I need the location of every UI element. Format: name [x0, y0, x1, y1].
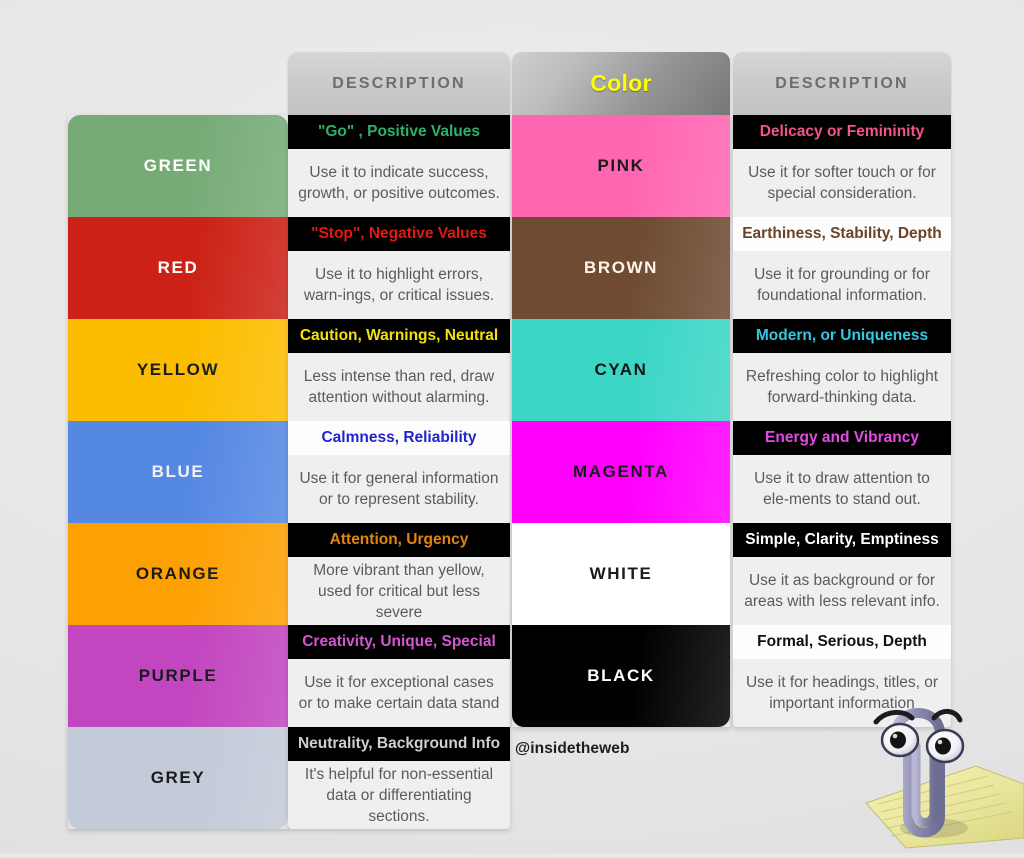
- color-swatch-label: BROWN: [583, 258, 659, 277]
- description-cell-orange: Attention, Urgency More vibrant than yell…: [288, 523, 510, 625]
- color-usage-infographic: GREEN RED YELLOW BLUE ORANGE PURPLE GREY DESCR…: [0, 0, 1024, 853]
- color-swatch-label: WHITE: [589, 564, 653, 583]
- description-body: Use it as background or for areas with l…: [733, 557, 951, 625]
- description-title: Simple, Clarity, Emptiness: [733, 523, 951, 557]
- description-title: "Go" , Positive Values: [288, 115, 510, 149]
- color-swatch-label: RED: [157, 258, 199, 277]
- color-swatch-label: BLUE: [151, 462, 205, 481]
- color-swatch-grey: GREY: [68, 727, 288, 829]
- color-swatch-yellow: YELLOW: [68, 319, 288, 421]
- description-title: Neutrality, Background Info: [288, 727, 510, 761]
- color-swatch-magenta: MAGENTA: [512, 421, 730, 523]
- description-title: Caution, Warnings, Neutral: [288, 319, 510, 353]
- left-description-cells: "Go" , Positive Values Use it to indicate…: [288, 115, 510, 829]
- color-swatch-label: CYAN: [594, 360, 648, 379]
- right-description-header: DESCRIPTION: [733, 52, 951, 115]
- description-title: Formal, Serious, Depth: [733, 625, 951, 659]
- description-title: Energy and Vibrancy: [733, 421, 951, 455]
- color-swatch-red: RED: [68, 217, 288, 319]
- color-swatch-black: BLACK: [512, 625, 730, 727]
- color-swatch-label: MAGENTA: [573, 462, 669, 481]
- left-description-header: DESCRIPTION: [288, 52, 510, 115]
- description-body: Less intense than red, draw attention wi…: [288, 353, 510, 421]
- description-body: More vibrant than yellow, used for criti…: [288, 557, 510, 625]
- description-body: Use it to highlight errors, warn-ings, o…: [288, 251, 510, 319]
- description-title: Earthiness, Stability, Depth: [733, 217, 951, 251]
- color-swatch-label: GREY: [150, 768, 206, 787]
- color-swatch-pink: PINK: [512, 115, 730, 217]
- color-header: Color: [512, 52, 730, 115]
- description-title: "Stop", Negative Values: [288, 217, 510, 251]
- description-cell-blue: Calmness, Reliability Use it for general …: [288, 421, 510, 523]
- description-title: Attention, Urgency: [288, 523, 510, 557]
- description-title: Delicacy or Femininity: [733, 115, 951, 149]
- description-cell-magenta: Energy and Vibrancy Use it to draw attent…: [733, 421, 951, 523]
- right-color-swatch-column: Color PINK BROWN CYAN MAGENTA WHITE BLACK: [512, 52, 730, 727]
- left-color-swatch-column: GREEN RED YELLOW BLUE ORANGE PURPLE GREY: [68, 115, 288, 829]
- description-cell-white: Simple, Clarity, Emptiness Use it as back…: [733, 523, 951, 625]
- right-description-column: DESCRIPTION Delicacy or Femininity Use it…: [733, 52, 951, 727]
- description-body: Use it for softer touch or for special c…: [733, 149, 951, 217]
- description-title: Creativity, Unique, Special: [288, 625, 510, 659]
- description-body: It's helpful for non-essential data or d…: [288, 761, 510, 829]
- color-swatch-label: BLACK: [587, 666, 655, 685]
- right-description-cells: Delicacy or Femininity Use it for softer …: [733, 115, 951, 727]
- color-swatch-brown: BROWN: [512, 217, 730, 319]
- color-swatch-purple: PURPLE: [68, 625, 288, 727]
- color-swatch-label: ORANGE: [135, 564, 221, 583]
- left-description-header-label: DESCRIPTION: [332, 74, 466, 92]
- right-color-swatch-cells: PINK BROWN CYAN MAGENTA WHITE BLACK: [512, 115, 730, 727]
- color-swatch-green: GREEN: [68, 115, 288, 217]
- clippy-eyes: [880, 722, 965, 764]
- color-swatch-label: PINK: [597, 156, 645, 175]
- color-swatch-label: GREEN: [143, 156, 213, 175]
- description-title: Modern, or Uniqueness: [733, 319, 951, 353]
- description-body: Use it for grounding or for foundational…: [733, 251, 951, 319]
- description-cell-red: "Stop", Negative Values Use it to highlig…: [288, 217, 510, 319]
- description-cell-grey: Neutrality, Background Info It's helpful …: [288, 727, 510, 829]
- description-title: Calmness, Reliability: [288, 421, 510, 455]
- description-cell-cyan: Modern, or Uniqueness Refreshing color to…: [733, 319, 951, 421]
- color-swatch-label: YELLOW: [136, 360, 220, 379]
- description-body: Use it for general information or to rep…: [288, 455, 510, 523]
- description-body: Refreshing color to highlight forward-th…: [733, 353, 951, 421]
- description-body: Use it to draw attention to ele-ments to…: [733, 455, 951, 523]
- color-swatch-label: PURPLE: [138, 666, 218, 685]
- description-cell-yellow: Caution, Warnings, Neutral Less intense t…: [288, 319, 510, 421]
- description-body: Use it for exceptional cases or to make …: [288, 659, 510, 727]
- description-body: Use it to indicate success, growth, or p…: [288, 149, 510, 217]
- color-header-label: Color: [590, 70, 652, 96]
- watermark-handle: @insidetheweb: [515, 740, 630, 757]
- color-swatch-white: WHITE: [512, 523, 730, 625]
- color-swatch-cyan: CYAN: [512, 319, 730, 421]
- description-cell-pink: Delicacy or Femininity Use it for softer …: [733, 115, 951, 217]
- description-cell-green: "Go" , Positive Values Use it to indicate…: [288, 115, 510, 217]
- right-description-header-label: DESCRIPTION: [775, 74, 909, 92]
- color-swatch-blue: BLUE: [68, 421, 288, 523]
- description-cell-purple: Creativity, Unique, Special Use it for ex…: [288, 625, 510, 727]
- clippy-assistant-illustration: [848, 688, 1024, 853]
- description-cell-brown: Earthiness, Stability, Depth Use it for g…: [733, 217, 951, 319]
- left-description-column: DESCRIPTION "Go" , Positive Values Use it…: [288, 52, 510, 829]
- color-swatch-orange: ORANGE: [68, 523, 288, 625]
